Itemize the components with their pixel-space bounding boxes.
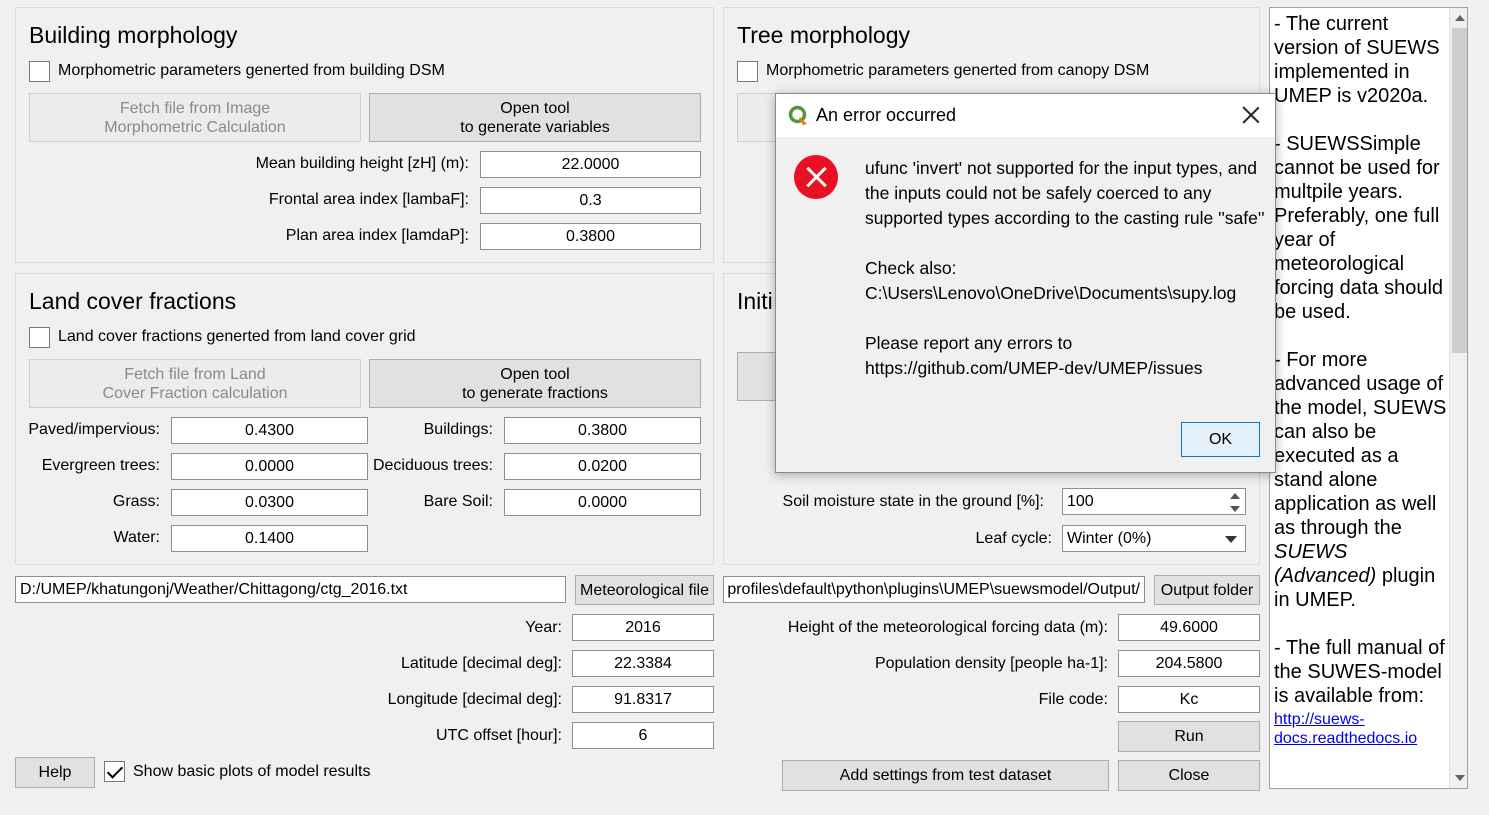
soil-moisture-value: 100 bbox=[1067, 492, 1094, 510]
plan-area-index-input[interactable]: 0.3800 bbox=[480, 223, 701, 250]
grass-label: Grass: bbox=[112, 493, 160, 510]
plan-area-index-label: Plan area index [lamdaP]: bbox=[285, 227, 469, 244]
dialog-title: An error occurred bbox=[816, 105, 957, 125]
evergreen-label: Evergreen trees: bbox=[41, 457, 160, 474]
spin-up-icon[interactable] bbox=[1225, 489, 1244, 502]
check-also-text: Check also: C:\Users\Lenovo\OneDrive\Doc… bbox=[865, 258, 1237, 303]
info-scrollbar[interactable] bbox=[1449, 8, 1467, 788]
initial-conditions-title: Initi bbox=[737, 288, 773, 314]
frontal-area-index-input[interactable]: 0.3 bbox=[480, 187, 701, 214]
population-density-input[interactable]: 204.5800 bbox=[1118, 650, 1260, 677]
building-dsm-checkbox[interactable] bbox=[29, 61, 50, 82]
land-cover-grid-checkbox-label: Land cover fractions generted from land … bbox=[58, 328, 416, 345]
error-message-text: ufunc 'invert' not supported for the inp… bbox=[865, 158, 1265, 228]
close-button[interactable]: Close bbox=[1118, 760, 1260, 791]
open-land-cover-tool-button[interactable]: Open tool to generate fractions bbox=[369, 359, 701, 408]
longitude-input[interactable]: 91.8317 bbox=[572, 686, 714, 713]
evergreen-input[interactable]: 0.0000 bbox=[171, 453, 368, 480]
land-cover-group: Land cover fractions Land cover fraction… bbox=[15, 273, 714, 565]
buildings-fraction-input[interactable]: 0.3800 bbox=[504, 417, 701, 444]
report-text: Please report any errors to https://gith… bbox=[865, 333, 1203, 378]
water-input[interactable]: 0.1400 bbox=[171, 525, 368, 552]
longitude-label: Longitude [decimal deg]: bbox=[387, 691, 562, 708]
scroll-down-icon[interactable] bbox=[1450, 768, 1467, 787]
mean-building-height-input[interactable]: 22.0000 bbox=[480, 151, 701, 178]
buildings-fraction-label: Buildings: bbox=[423, 421, 493, 438]
file-code-label: File code: bbox=[1038, 691, 1108, 708]
met-file-path-input[interactable]: D:/UMEP/khatungonj/Weather/Chittagong/ct… bbox=[15, 576, 566, 603]
land-cover-title: Land cover fractions bbox=[29, 288, 237, 314]
info-text: - The current version of SUEWS implement… bbox=[1274, 12, 1448, 749]
mean-building-height-label: Mean building height [zH] (m): bbox=[255, 155, 469, 172]
latitude-label: Latitude [decimal deg]: bbox=[401, 655, 562, 672]
spin-down-icon[interactable] bbox=[1225, 502, 1244, 514]
ok-button[interactable]: OK bbox=[1181, 422, 1260, 457]
bare-soil-label: Bare Soil: bbox=[423, 493, 493, 510]
leaf-cycle-value: Winter (0%) bbox=[1067, 529, 1152, 547]
fetch-morphometric-button[interactable]: Fetch file from Image Morphometric Calcu… bbox=[29, 93, 361, 142]
scrollbar-thumb[interactable] bbox=[1452, 28, 1467, 353]
meteorological-file-button[interactable]: Meteorological file bbox=[575, 575, 714, 605]
manual-link[interactable]: http://suews-docs.readthedocs.io bbox=[1274, 710, 1448, 748]
building-morphology-title: Building morphology bbox=[29, 22, 238, 48]
error-icon bbox=[794, 155, 838, 199]
year-label: Year: bbox=[525, 619, 562, 636]
soil-moisture-label: Soil moisture state in the ground [%]: bbox=[782, 493, 1044, 510]
latitude-input[interactable]: 22.3384 bbox=[572, 650, 714, 677]
add-test-settings-button[interactable]: Add settings from test dataset bbox=[782, 760, 1109, 791]
utc-offset-label: UTC offset [hour]: bbox=[436, 727, 562, 744]
scroll-up-icon[interactable] bbox=[1450, 8, 1467, 27]
error-dialog: An error occurred ufunc 'invert' not sup… bbox=[775, 93, 1276, 473]
paved-input[interactable]: 0.4300 bbox=[171, 417, 368, 444]
frontal-area-index-label: Frontal area index [lambaF]: bbox=[268, 191, 469, 208]
canopy-dsm-checkbox-label: Morphometric parameters generted from ca… bbox=[766, 62, 1150, 79]
leaf-cycle-select[interactable]: Winter (0%) bbox=[1062, 525, 1246, 552]
info-paragraph-advanced: - For more advanced usage of the model, … bbox=[1274, 348, 1448, 612]
close-icon[interactable] bbox=[1241, 105, 1261, 125]
info-advanced-text: - For more advanced usage of the model, … bbox=[1274, 349, 1447, 539]
output-folder-path-input[interactable]: profiles\default\python\plugins\UMEP\sue… bbox=[723, 576, 1145, 603]
bare-soil-input[interactable]: 0.0000 bbox=[504, 489, 701, 516]
grass-input[interactable]: 0.0300 bbox=[171, 489, 368, 516]
building-dsm-checkbox-label: Morphometric parameters generted from bu… bbox=[58, 62, 445, 79]
canopy-dsm-checkbox[interactable] bbox=[737, 61, 758, 82]
tree-morphology-title: Tree morphology bbox=[737, 22, 911, 48]
paved-label: Paved/impervious: bbox=[28, 421, 160, 438]
qgis-logo-icon bbox=[788, 105, 807, 125]
forcing-height-input[interactable]: 49.6000 bbox=[1118, 614, 1260, 641]
fetch-land-cover-button[interactable]: Fetch file from Land Cover Fraction calc… bbox=[29, 359, 361, 408]
deciduous-input[interactable]: 0.0200 bbox=[504, 453, 701, 480]
show-plots-label: Show basic plots of model results bbox=[133, 763, 371, 780]
info-paragraph-version: - The current version of SUEWS implement… bbox=[1274, 13, 1440, 107]
file-code-input[interactable]: Kc bbox=[1118, 686, 1260, 713]
leaf-cycle-label: Leaf cycle: bbox=[975, 530, 1052, 547]
chevron-down-icon bbox=[1225, 535, 1237, 543]
show-plots-checkbox[interactable] bbox=[104, 761, 125, 782]
output-folder-button[interactable]: Output folder bbox=[1154, 575, 1260, 605]
deciduous-label: Deciduous trees: bbox=[372, 457, 493, 474]
info-advanced-plugin: SUEWS (Advanced) bbox=[1274, 541, 1377, 587]
utc-offset-input[interactable]: 6 bbox=[572, 722, 714, 749]
dialog-message: ufunc 'invert' not supported for the inp… bbox=[865, 156, 1265, 406]
dialog-titlebar: An error occurred bbox=[776, 94, 1275, 137]
info-paragraph-simple: - SUEWSSimple cannot be used for multpil… bbox=[1274, 133, 1444, 323]
water-label: Water: bbox=[113, 529, 160, 546]
year-input[interactable]: 2016 bbox=[572, 614, 714, 641]
info-panel[interactable]: - The current version of SUEWS implement… bbox=[1269, 7, 1468, 789]
population-density-label: Population density [people ha-1]: bbox=[874, 655, 1108, 672]
help-button[interactable]: Help bbox=[15, 757, 95, 788]
open-morphometric-tool-button[interactable]: Open tool to generate variables bbox=[369, 93, 701, 142]
forcing-height-label: Height of the meteorological forcing dat… bbox=[787, 619, 1108, 636]
soil-moisture-spinbox[interactable]: 100 bbox=[1062, 488, 1246, 515]
info-paragraph-manual: - The full manual of the SUWES-model is … bbox=[1274, 637, 1445, 707]
building-morphology-group: Building morphology Morphometric paramet… bbox=[15, 7, 714, 263]
land-cover-grid-checkbox[interactable] bbox=[29, 327, 50, 348]
run-button[interactable]: Run bbox=[1118, 721, 1260, 752]
